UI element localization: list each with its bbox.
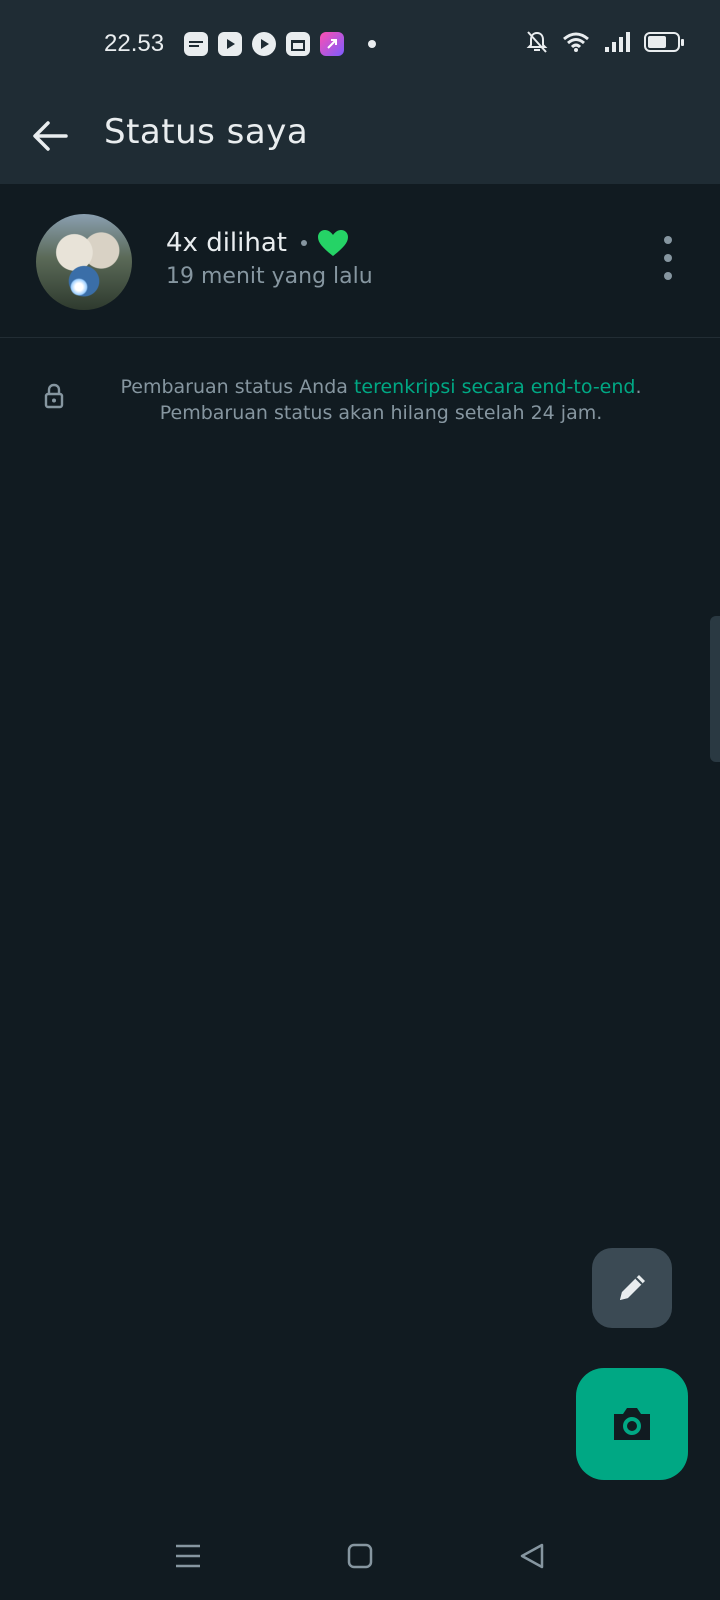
encryption-link[interactable]: terenkripsi secara end-to-end [354, 376, 636, 398]
news-app-icon [184, 32, 208, 56]
more-notifications-dot [368, 40, 376, 48]
encryption-text-prefix: Pembaruan status Anda [120, 376, 354, 398]
more-options-button[interactable] [656, 236, 680, 280]
camera-status-button[interactable] [576, 1368, 688, 1480]
green-heart-icon [317, 230, 348, 256]
signal-icon [605, 32, 630, 52]
view-count: 4x dilihat [166, 228, 287, 258]
battery-icon [644, 32, 684, 52]
more-vertical-dot [664, 254, 672, 262]
home-square-icon [347, 1543, 373, 1569]
clock: 22.53 [104, 30, 165, 57]
home-button[interactable] [342, 1540, 378, 1572]
page-title: Status saya [104, 112, 309, 152]
my-status-item[interactable]: 4x dilihat 19 menit yang lalu [0, 184, 720, 338]
view-count-line[interactable]: 4x dilihat [166, 228, 349, 258]
separator-dot [300, 240, 307, 246]
back-triangle-icon [520, 1543, 544, 1569]
system-nav-bar [0, 1512, 720, 1600]
pencil-icon [620, 1275, 645, 1300]
youtube-icon [218, 32, 242, 56]
gift-icon [286, 32, 310, 56]
status-time: 19 menit yang lalu [166, 264, 373, 289]
camera-icon [614, 1408, 650, 1440]
menu-icon [176, 1544, 200, 1568]
system-back-button[interactable] [514, 1540, 550, 1572]
play-icon [252, 32, 276, 56]
write-status-button[interactable] [592, 1248, 672, 1328]
recent-apps-button[interactable] [170, 1540, 206, 1572]
wifi-icon [563, 32, 589, 52]
lock-icon [44, 383, 64, 409]
encryption-notice: Pembaruan status Anda terenkripsi secara… [40, 374, 680, 426]
more-vertical-dot [664, 272, 672, 280]
notification-icons [184, 32, 376, 56]
more-vertical-icon [664, 236, 672, 244]
scrollbar[interactable] [710, 616, 720, 762]
system-status-bar: 22.53 [0, 0, 720, 92]
arrow-left-icon [33, 121, 68, 151]
back-button[interactable] [22, 108, 78, 164]
app-bar: Status saya [0, 92, 720, 184]
status-thumbnail[interactable] [36, 214, 132, 310]
shortcut-app-icon [320, 32, 344, 56]
encryption-text: Pembaruan status Anda terenkripsi secara… [82, 374, 680, 426]
system-icons [526, 30, 684, 54]
bell-off-icon [526, 31, 548, 53]
